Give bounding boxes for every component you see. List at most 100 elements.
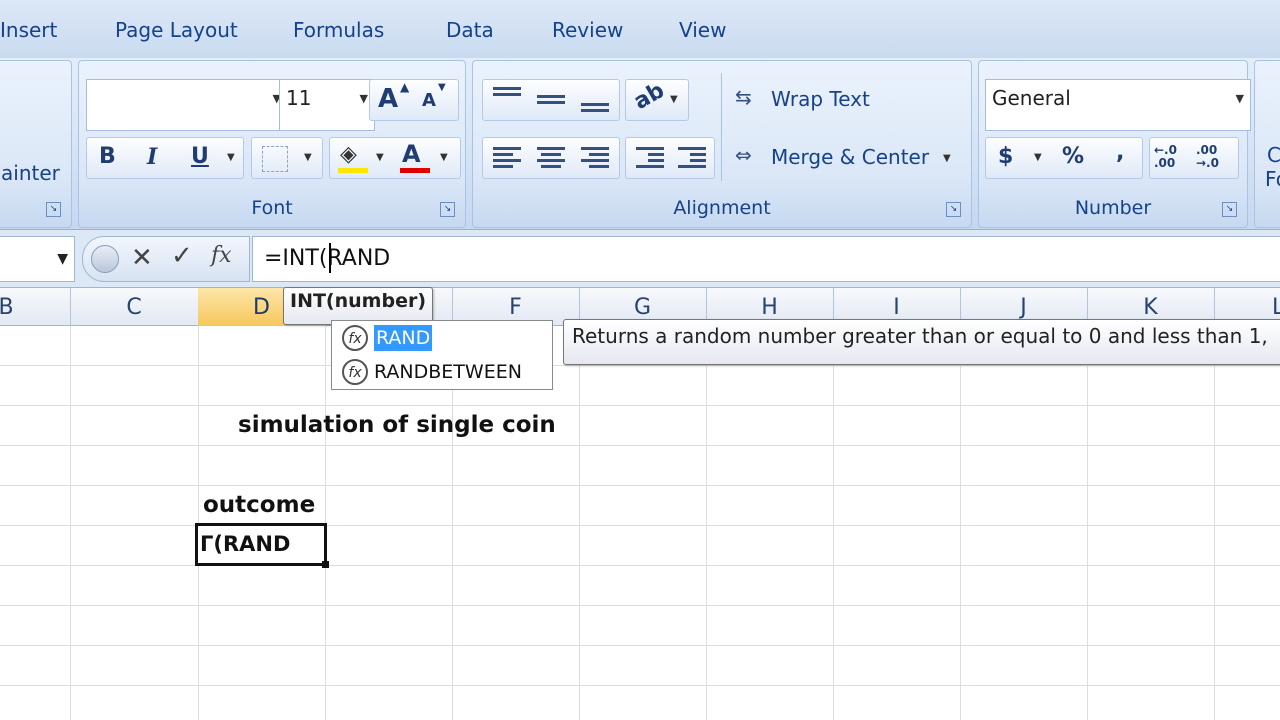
- cancel-icon[interactable]: ✕: [131, 243, 153, 273]
- number-group: General ▼ $ ▼ % , ←.0 .00 .00 →.0 Number…: [978, 60, 1251, 228]
- cell-outcome-label[interactable]: outcome: [203, 492, 315, 518]
- font-color-icon[interactable]: A: [402, 140, 421, 168]
- chevron-down-icon: ▼: [1235, 92, 1244, 105]
- chevron-down-icon[interactable]: ▼: [376, 152, 384, 163]
- cell-title[interactable]: simulation of single coin: [238, 412, 556, 438]
- increase-decimal-icon[interactable]: ←.0 .00: [1154, 144, 1192, 170]
- function-description-tooltip: Returns a random number greater than or …: [563, 319, 1280, 365]
- borders-icon: [262, 146, 288, 172]
- fill-handle[interactable]: [322, 561, 329, 568]
- fill-color-swatch: [338, 168, 368, 173]
- worksheet-grid[interactable]: [0, 326, 1280, 720]
- chevron-down-icon: ▼: [670, 94, 678, 105]
- merge-center-button[interactable]: ⇔ Merge & Center ▼: [733, 141, 963, 175]
- tab-view[interactable]: View: [679, 18, 726, 42]
- fill-font-color-buttons: ◈ ▼ A ▼: [329, 137, 461, 179]
- ribbon: ainter ↘ ▼ 11 ▼ A ▲ A ▼ B I U ▼ ▼ ◈ ▼ A …: [0, 58, 1280, 230]
- align-center-icon[interactable]: [537, 144, 565, 171]
- tab-data[interactable]: Data: [446, 18, 494, 42]
- horizontal-align-buttons: [482, 137, 620, 179]
- merge-center-label: Merge & Center: [771, 145, 930, 169]
- decrease-decimal-icon[interactable]: .00 →.0: [1196, 144, 1234, 170]
- column-header-c[interactable]: C: [70, 288, 199, 326]
- formula-buttons: ✕ ✓ fx: [82, 236, 250, 282]
- font-group: ▼ 11 ▼ A ▲ A ▼ B I U ▼ ▼ ◈ ▼ A ▼ Font ↘: [78, 60, 466, 228]
- chevron-down-icon: ▼: [359, 92, 368, 105]
- active-cell-text: Γ(RAND: [200, 532, 291, 556]
- font-style-buttons: B I U ▼: [86, 137, 244, 179]
- resize-handle-icon[interactable]: [91, 245, 119, 273]
- grow-font-icon[interactable]: A: [378, 84, 398, 114]
- format-table-label[interactable]: Fo: [1265, 167, 1280, 191]
- align-left-icon[interactable]: [493, 144, 521, 171]
- autocomplete-item-label: RAND: [374, 325, 433, 351]
- column-header-b[interactable]: B: [0, 288, 71, 326]
- font-size-combo[interactable]: 11 ▼: [279, 79, 375, 131]
- chevron-down-icon: ▼: [943, 153, 951, 164]
- vertical-align-buttons: [482, 79, 620, 121]
- bottom-align-icon[interactable]: [581, 100, 609, 115]
- chevron-down-icon: ▼: [304, 152, 312, 163]
- active-cell[interactable]: Γ(RAND: [195, 523, 329, 568]
- middle-align-icon[interactable]: [537, 92, 565, 107]
- chevron-down-icon[interactable]: ▼: [440, 152, 448, 163]
- italic-icon[interactable]: I: [147, 144, 157, 170]
- chevron-down-icon[interactable]: ▼: [1034, 152, 1042, 163]
- underline-icon[interactable]: U: [191, 144, 209, 169]
- wrap-text-icon: ⇆: [735, 85, 752, 109]
- alignment-group: ab ▼ ⇆ Wrap Text ⇔ Merge & Center ▼ Alig…: [472, 60, 972, 228]
- formula-bar: ▼ ✕ ✓ fx =INT(RAND: [0, 230, 1280, 288]
- styles-group: C Fo: [1254, 60, 1280, 228]
- borders-button[interactable]: ▼: [251, 137, 323, 179]
- chevron-down-icon[interactable]: ▼: [227, 152, 235, 163]
- comma-icon[interactable]: ,: [1116, 140, 1124, 165]
- formula-text: =INT(RAND: [264, 246, 391, 271]
- number-launcher-icon[interactable]: ↘: [1222, 202, 1237, 217]
- format-painter-label[interactable]: ainter: [1, 161, 60, 185]
- font-size-buttons: A ▲ A ▼: [369, 79, 459, 121]
- autocomplete-item-rand[interactable]: fx RAND: [336, 323, 433, 353]
- font-name-combo[interactable]: ▼: [86, 79, 288, 131]
- decrease-indent-icon[interactable]: [636, 144, 664, 171]
- formula-input[interactable]: =INT(RAND: [252, 236, 1280, 282]
- wrap-text-label: Wrap Text: [771, 87, 870, 111]
- clipboard-launcher-icon[interactable]: ↘: [46, 202, 61, 217]
- orientation-button[interactable]: ab ▼: [625, 78, 689, 121]
- bold-icon[interactable]: B: [99, 144, 116, 169]
- function-autocomplete-list: fx RAND fx RANDBETWEEN: [331, 320, 553, 390]
- tab-insert[interactable]: Insert: [0, 18, 57, 42]
- function-icon: fx: [342, 359, 368, 385]
- increase-indent-icon[interactable]: [678, 144, 706, 171]
- percent-icon[interactable]: %: [1062, 144, 1084, 169]
- autocomplete-item-randbetween[interactable]: fx RANDBETWEEN: [336, 357, 522, 387]
- text-cursor: [329, 243, 331, 273]
- insert-function-icon[interactable]: fx: [211, 243, 232, 268]
- fill-color-icon[interactable]: ◈: [340, 142, 357, 167]
- number-format-value: General: [992, 86, 1071, 110]
- orientation-icon: ab: [629, 78, 669, 115]
- tab-page-layout[interactable]: Page Layout: [115, 18, 238, 42]
- font-size-value: 11: [286, 86, 312, 110]
- autocomplete-item-label: RANDBETWEEN: [374, 361, 522, 383]
- function-icon: fx: [342, 325, 368, 351]
- tab-formulas[interactable]: Formulas: [293, 18, 384, 42]
- tab-review[interactable]: Review: [552, 18, 623, 42]
- clipboard-group: ainter ↘: [0, 60, 72, 228]
- alignment-group-label: Alignment: [673, 197, 771, 219]
- conditional-formatting-label[interactable]: C: [1267, 143, 1280, 167]
- merge-center-icon: ⇔: [735, 143, 752, 167]
- indent-buttons: [625, 137, 715, 179]
- wrap-text-button[interactable]: ⇆ Wrap Text: [733, 83, 963, 117]
- font-launcher-icon[interactable]: ↘: [440, 202, 455, 217]
- align-right-icon[interactable]: [581, 144, 609, 171]
- number-format-combo[interactable]: General ▼: [985, 79, 1251, 131]
- ribbon-tab-bar: Insert Page Layout Formulas Data Review …: [0, 0, 1280, 58]
- name-box[interactable]: ▼: [0, 236, 75, 282]
- shrink-font-icon[interactable]: A: [422, 90, 436, 111]
- font-group-label: Font: [251, 197, 293, 219]
- currency-icon[interactable]: $: [998, 144, 1013, 169]
- enter-check-icon[interactable]: ✓: [171, 241, 193, 271]
- top-align-icon[interactable]: [493, 84, 521, 99]
- alignment-launcher-icon[interactable]: ↘: [946, 202, 961, 217]
- chevron-down-icon[interactable]: ▼: [57, 251, 68, 267]
